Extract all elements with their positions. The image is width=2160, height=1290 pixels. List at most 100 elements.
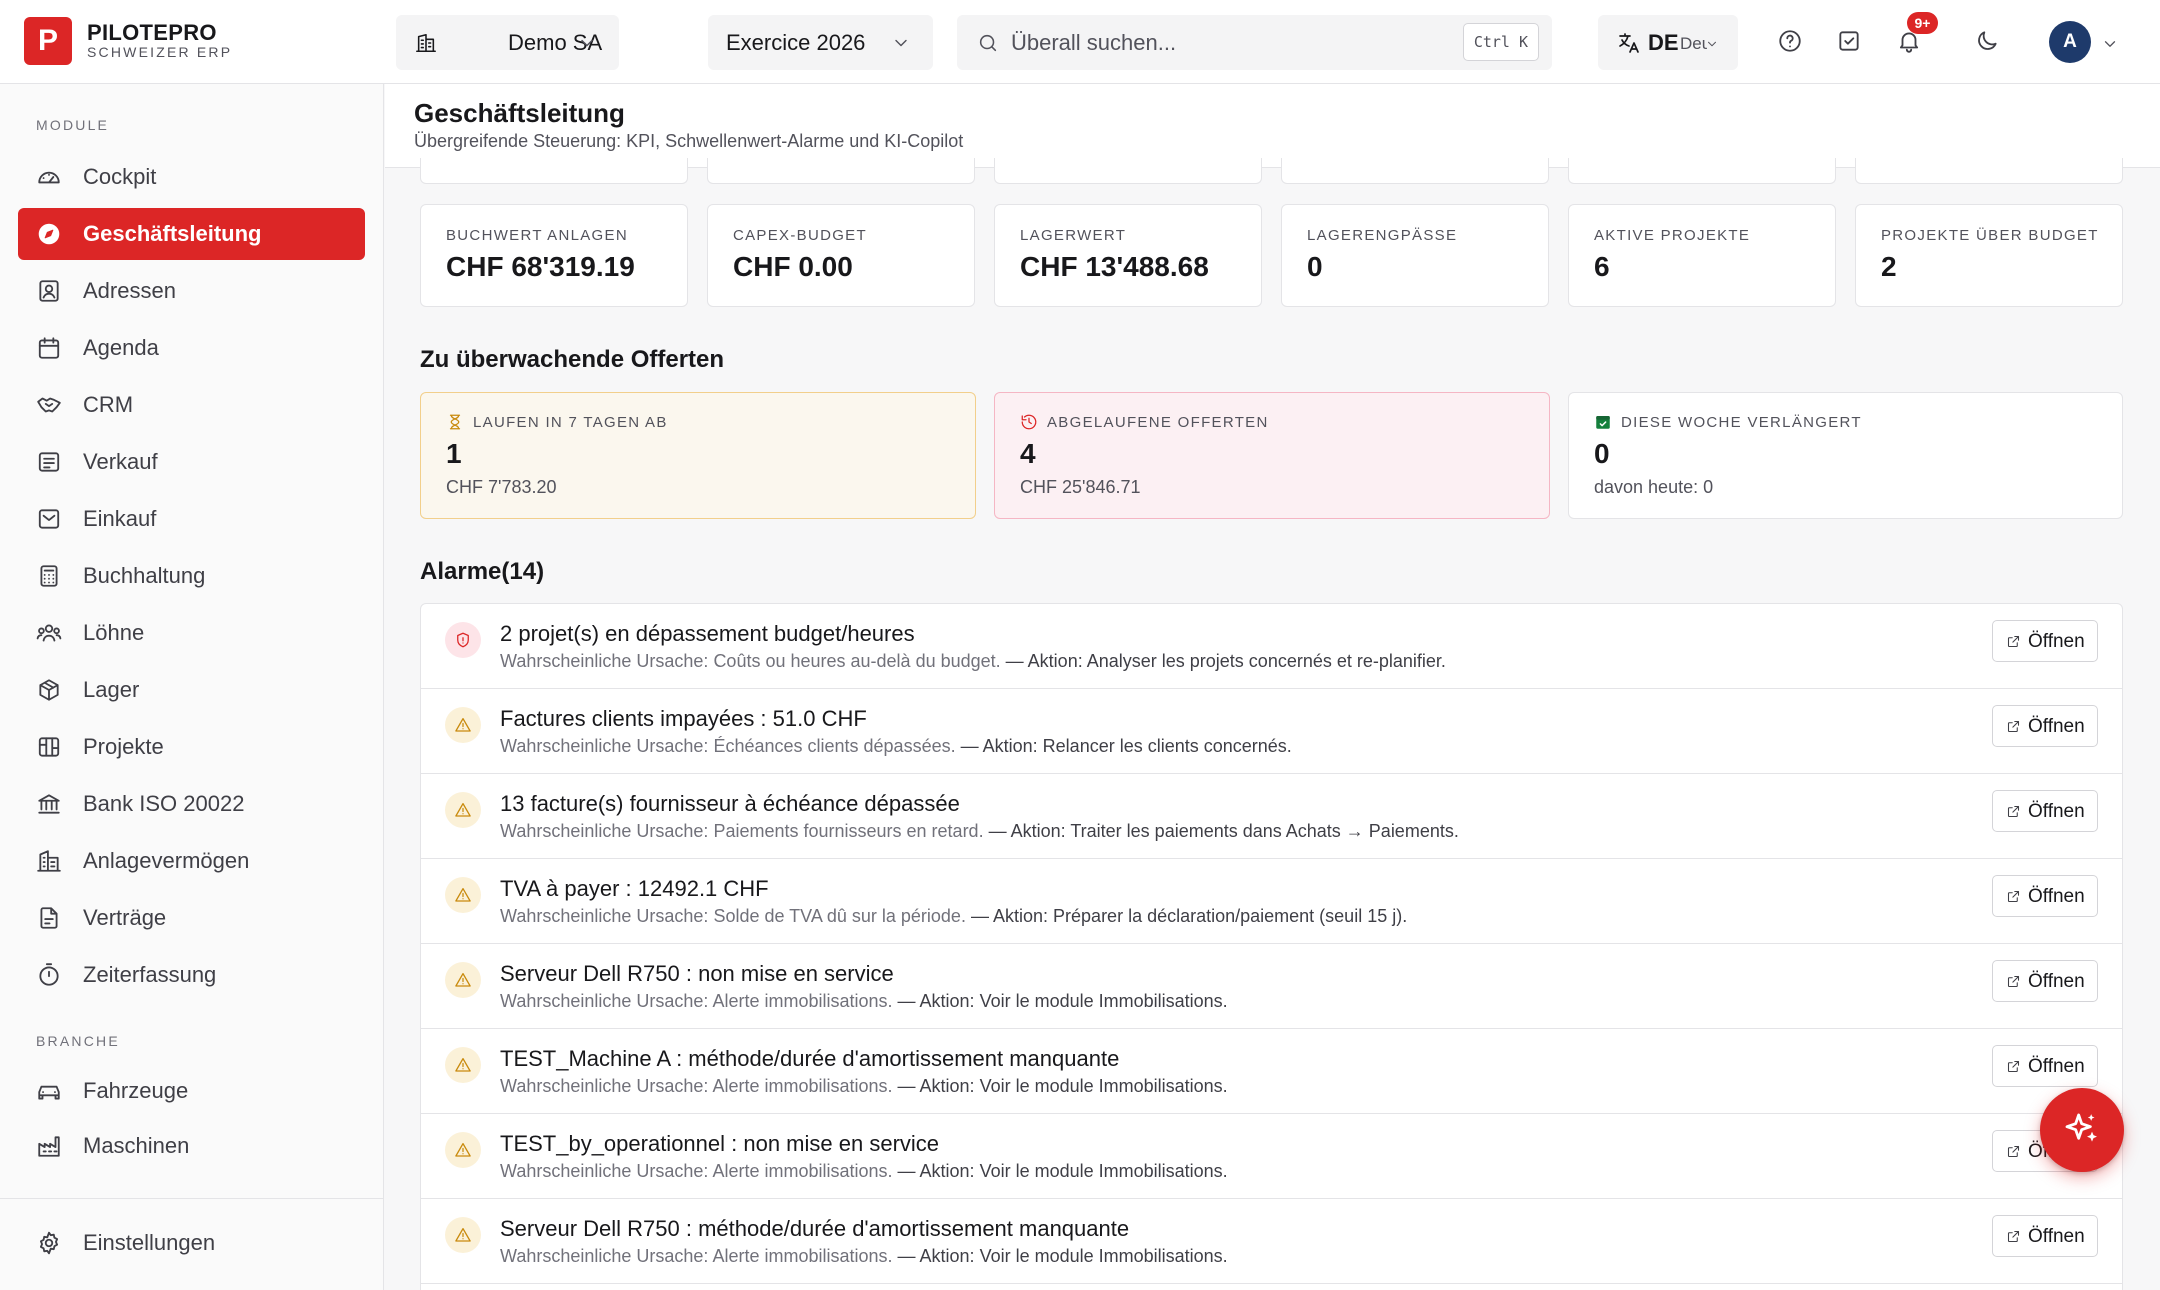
alarm-action: Voir le module Immobilisations. xyxy=(979,1161,1228,1181)
shield-alert-icon xyxy=(457,632,469,648)
fiscal-year-select[interactable]: Exercice 2026 xyxy=(708,15,933,70)
alarm-row[interactable]: Factures clients impayées : 51.0 CHF Wah… xyxy=(421,689,2122,774)
kpi-label: Projekte über Budget xyxy=(1881,227,2099,244)
external-link-icon xyxy=(2007,890,2020,903)
alarm-row[interactable]: TEST_by_operationnel : non mise en servi… xyxy=(421,1114,2122,1199)
sidebar-item-einkauf[interactable]: Einkauf xyxy=(18,493,365,545)
kpi-label: Lagerengpässe xyxy=(1307,227,1458,244)
kpi-card-buchwert-anlagen: Buchwert Anlagen CHF 68'319.19 xyxy=(420,204,688,307)
sidebar-item-buchhaltung[interactable]: Buchhaltung xyxy=(18,550,365,602)
chevron-down-icon xyxy=(1708,41,1716,47)
sidebar-item-lager[interactable]: Lager xyxy=(18,664,365,716)
notification-badge: 9+ xyxy=(1907,12,1938,34)
alarm-action: Traiter les paiements dans Achats → Paie… xyxy=(1070,821,1459,841)
sidebar-item-label: Löhne xyxy=(83,620,145,645)
help-icon[interactable] xyxy=(1777,28,1803,54)
chevron-down-icon[interactable] xyxy=(2101,35,2119,53)
sidebar-item-label: Fahrzeuge xyxy=(83,1078,189,1103)
sidebar-item-loehne[interactable]: Löhne xyxy=(18,607,365,659)
search-shortcut: Ctrl K xyxy=(1462,23,1539,61)
global-search[interactable]: Überall suchen... Ctrl K xyxy=(957,15,1552,70)
open-button[interactable]: Öffnen xyxy=(1992,875,2098,917)
alarm-row[interactable]: TVA à payer : 12492.1 CHF Wahrscheinlich… xyxy=(421,859,2122,944)
warning-icon xyxy=(455,1227,471,1242)
kpi-card-lagerengpaesse: Lagerengpässe 0 xyxy=(1281,204,1549,307)
cause-label: Wahrscheinliche Ursache: xyxy=(500,991,709,1011)
open-button[interactable]: Öffnen xyxy=(1992,620,2098,662)
sidebar-item-projekte[interactable]: Projekte xyxy=(18,721,365,773)
sidebar-item-label: Agenda xyxy=(83,335,159,360)
timer-icon xyxy=(39,963,59,986)
kpi-value: 0 xyxy=(1307,251,1323,282)
ai-copilot-button[interactable] xyxy=(2040,1088,2124,1172)
app-subtitle: SCHWEIZER ERP xyxy=(87,44,233,60)
fiscal-year-value: Exercice 2026 xyxy=(726,30,866,55)
sidebar-item-label: Verträge xyxy=(83,905,167,930)
sidebar-item-geschaeftsleitung[interactable]: Geschäftsleitung xyxy=(18,208,365,260)
car-icon xyxy=(38,1085,60,1100)
offer-label: Diese Woche verlängert xyxy=(1621,414,1862,431)
offer-card-expired[interactable]: Abgelaufene Offerten 4 CHF 25'846.71 xyxy=(994,392,1550,519)
search-icon xyxy=(979,34,997,52)
user-avatar[interactable]: A xyxy=(2049,21,2091,63)
alarm-row[interactable]: 13 facture(s) fournisseur à échéance dép… xyxy=(421,774,2122,859)
sidebar-item-einstellungen[interactable]: Einstellungen xyxy=(18,1217,365,1269)
open-button[interactable]: Öffnen xyxy=(1992,790,2098,832)
sidebar-item-maschinen[interactable]: Maschinen xyxy=(18,1120,365,1172)
alarm-description: Wahrscheinliche Ursache: Alerte immobili… xyxy=(500,991,1228,1012)
kpi-card-partial xyxy=(1281,158,1549,184)
alarm-row[interactable]: TEST_Machine A : méthode/durée d'amortis… xyxy=(421,1029,2122,1114)
cause-label: Wahrscheinliche Ursache: xyxy=(500,906,709,926)
sidebar-item-bank[interactable]: Bank ISO 20022 xyxy=(18,778,365,830)
language-select[interactable]: DE Deutsch xyxy=(1598,15,1738,70)
alarm-action: Préparer la déclaration/paiement (seuil … xyxy=(1053,906,1408,926)
alarm-cause: Coûts ou heures au-delà du budget. xyxy=(713,651,1001,671)
page-subtitle: Übergreifende Steuerung: KPI, Schwellenw… xyxy=(414,131,964,151)
sidebar-item-label: Anlagevermögen xyxy=(83,848,250,873)
open-button[interactable]: Öffnen xyxy=(1992,1045,2098,1087)
open-button[interactable]: Öffnen xyxy=(1992,705,2098,747)
open-button[interactable]: Öffnen xyxy=(1992,960,2098,1002)
sidebar-section-branche: BRANCHE xyxy=(36,1033,120,1049)
open-button[interactable]: Öffnen xyxy=(1992,1215,2098,1257)
alarms-count: (14) xyxy=(501,558,545,585)
tasks-icon[interactable] xyxy=(1836,28,1862,54)
handshake-icon xyxy=(37,397,61,413)
sidebar-item-verkauf[interactable]: Verkauf xyxy=(18,436,365,488)
company-select[interactable]: Demo SA xyxy=(396,15,619,70)
app-logo[interactable]: P xyxy=(24,17,72,65)
alarm-row[interactable]: Serveur Dell R750 : méthode/durée d'amor… xyxy=(421,1199,2122,1284)
offer-card-extended[interactable]: Diese Woche verlängert 0 davon heute: 0 xyxy=(1568,392,2123,519)
search-input[interactable]: Überall suchen... xyxy=(1011,30,1176,56)
alarm-cause: Alerte immobilisations. xyxy=(712,991,893,1011)
sparkles-icon xyxy=(2065,1113,2097,1142)
alarm-severity-badge xyxy=(445,1132,481,1168)
offer-card-expiring[interactable]: Laufen in 7 Tagen ab 1 CHF 7'783.20 xyxy=(420,392,976,519)
sidebar-item-anlagevermoegen[interactable]: Anlagevermögen xyxy=(18,835,365,887)
alarm-description: Wahrscheinliche Ursache: Échéances clien… xyxy=(500,736,1292,757)
action-label: — Aktion: xyxy=(897,1161,975,1181)
sidebar-item-label: Verkauf xyxy=(83,449,158,474)
action-label: — Aktion: xyxy=(1005,651,1083,671)
chevron-down-icon xyxy=(581,39,593,47)
sidebar-item-crm[interactable]: CRM xyxy=(18,379,365,431)
alarm-title: TEST_by_operationnel : non mise en servi… xyxy=(500,1131,940,1156)
sidebar-item-fahrzeuge[interactable]: Fahrzeuge xyxy=(18,1065,365,1117)
kpi-value: 6 xyxy=(1594,251,1610,282)
sidebar-item-label: Lager xyxy=(83,677,140,702)
sidebar-item-label: Projekte xyxy=(83,734,164,759)
sidebar-item-cockpit[interactable]: Cockpit xyxy=(18,151,365,203)
alarm-severity-badge xyxy=(445,962,481,998)
sidebar-item-agenda[interactable]: Agenda xyxy=(18,322,365,374)
external-link-icon xyxy=(2007,1230,2020,1243)
alarm-title: 13 facture(s) fournisseur à échéance dép… xyxy=(500,791,960,816)
alarm-row[interactable]: 2 projet(s) en dépassement budget/heures… xyxy=(421,604,2122,689)
sidebar-item-zeiterfassung[interactable]: Zeiterfassung xyxy=(18,949,365,1001)
moon-icon[interactable] xyxy=(1974,28,2000,54)
sidebar-item-vertraege[interactable]: Verträge xyxy=(18,892,365,944)
sidebar-item-adressen[interactable]: Adressen xyxy=(18,265,365,317)
alarm-row[interactable]: Serveur Dell R750 : non mise en service … xyxy=(421,944,2122,1029)
contact-icon xyxy=(39,280,59,302)
action-label: — Aktion: xyxy=(897,991,975,1011)
bank-icon xyxy=(38,794,60,814)
